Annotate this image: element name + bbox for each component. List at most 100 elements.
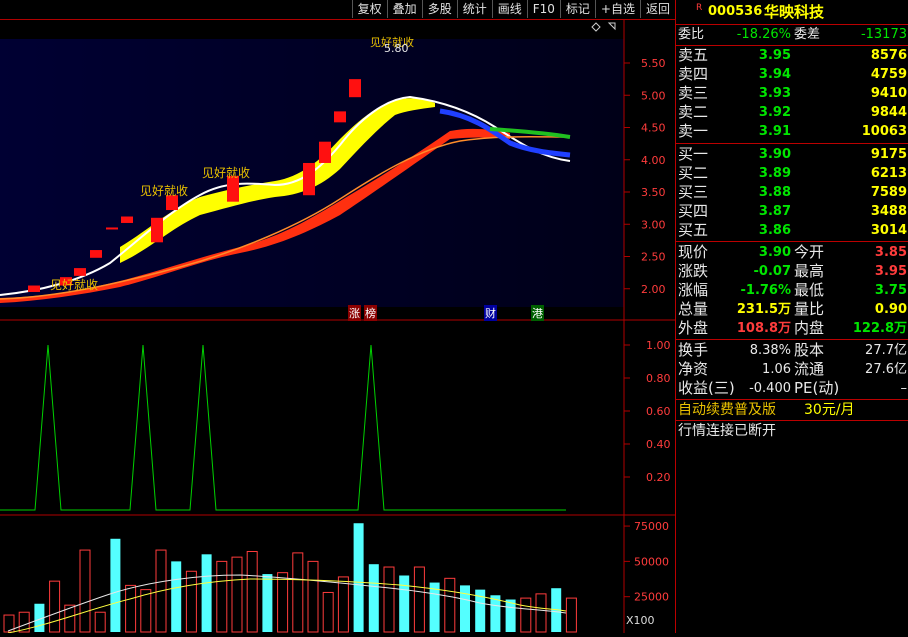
quote-value: 108.8万 <box>736 321 791 336</box>
main-y-tick: 4.00 <box>641 154 666 167</box>
volume-bar <box>505 599 516 632</box>
marker-bang[interactable]: 榜 <box>364 305 377 321</box>
annotation-label-3: 见好就收 <box>50 278 99 292</box>
buy-price: 3.87 <box>758 204 791 219</box>
quote-value-2: 3.85 <box>874 245 907 260</box>
sell-volume: 8576 <box>870 48 907 63</box>
toolbar-button-8[interactable]: 返回 <box>639 0 675 18</box>
marker-zhang[interactable]: 涨 <box>348 305 361 321</box>
sell-row-2: 卖三 3.93 9410 <box>676 84 908 103</box>
sell-volume: 4759 <box>870 67 907 82</box>
buy-price: 3.88 <box>758 185 791 200</box>
candle-10 <box>319 141 331 163</box>
buy-row-3: 买四 3.87 3488 <box>676 202 908 221</box>
volume-bar <box>413 566 425 633</box>
volume-bar <box>94 611 106 633</box>
quote-value-2: 3.95 <box>874 264 907 279</box>
fund-value: 1.06 <box>762 362 791 377</box>
stock-name: 华映科技 <box>764 3 825 21</box>
buy-label: 买五 <box>678 221 709 239</box>
signal-y-tick: 0.20 <box>646 471 671 484</box>
buy-volume: 7589 <box>870 185 907 200</box>
fund-label-2: 股本 <box>794 341 825 359</box>
volume-bar <box>262 574 273 632</box>
quote-label: 涨幅 <box>678 281 709 299</box>
toolbar-button-4[interactable]: 画线 <box>491 0 527 18</box>
r-mark: R <box>696 3 703 13</box>
annotation-label-2: 见好就收 <box>202 166 251 180</box>
buy-volume: 3488 <box>870 204 907 219</box>
volume-bars <box>3 523 577 633</box>
volume-bar <box>353 523 364 632</box>
quote-label: 总量 <box>678 300 709 318</box>
notice-price: 30元/月 <box>804 402 855 418</box>
main-y-tick: 2.00 <box>641 283 666 296</box>
chart-svg: 5.50 5.00 4.50 4.00 3.50 3.00 2.50 2.00 1.00 0.8… <box>0 19 675 634</box>
fund-label: 换手 <box>678 341 709 359</box>
candle-2 <box>74 268 86 276</box>
buy-volume: 9175 <box>870 147 907 162</box>
candle-12 <box>349 79 361 98</box>
toolbar-button-1[interactable]: 叠加 <box>386 0 422 18</box>
diamond-icon[interactable] <box>591 22 601 32</box>
volume-bar <box>231 556 243 633</box>
toolbar-button-3[interactable]: 统计 <box>456 0 492 18</box>
volume-bar <box>292 552 304 633</box>
fund-label: 收益(三) <box>678 379 735 397</box>
toolbar-button-5[interactable]: F10 <box>526 0 560 18</box>
weicha-value: -13173 <box>860 27 907 42</box>
candle-11 <box>334 111 346 123</box>
candle-3 <box>90 250 102 258</box>
volume-bar <box>171 561 182 632</box>
fund-row-1: 净资 1.06 流通 27.6亿 <box>676 360 908 379</box>
marker-cai[interactable]: 财 <box>484 305 497 321</box>
weibi-value: -18.26% <box>736 27 791 42</box>
annotation-label-1: 见好就收 <box>140 184 189 198</box>
toolbar-button-6[interactable]: 标记 <box>559 0 595 18</box>
sell-price: 3.95 <box>758 48 791 63</box>
quote-row-0: 现价 3.90 今开 3.85 <box>676 243 908 262</box>
fund-label-2: PE(动) <box>794 379 840 397</box>
main-y-tick: 5.00 <box>641 89 666 102</box>
fund-label-2: 流通 <box>794 360 825 378</box>
toolbar-button-0[interactable]: 复权 <box>351 0 387 18</box>
kline-chart-area[interactable]: 5.50 5.00 4.50 4.00 3.50 3.00 2.50 2.00 1.00 0.8… <box>0 19 675 634</box>
volume-bar <box>49 580 61 633</box>
volume-bar <box>110 538 121 632</box>
toolbar-button-7[interactable]: +自选 <box>594 0 640 18</box>
buy-label: 买四 <box>678 202 709 220</box>
sell-row-0: 卖五 3.95 8576 <box>676 46 908 65</box>
fund-label: 净资 <box>678 360 709 378</box>
signal-y-tick: 0.40 <box>646 438 671 451</box>
weibi-row: 委比 -18.26% 委差 -13173 <box>676 25 908 44</box>
stock-header: R 000536 华映科技 <box>676 1 908 23</box>
buy-label: 买一 <box>678 145 709 163</box>
volume-bar <box>322 591 334 633</box>
volume-bar <box>565 597 577 633</box>
quote-value-2: 0.90 <box>874 302 907 317</box>
sell-label: 卖二 <box>678 103 709 121</box>
buy-row-0: 买一 3.90 9175 <box>676 145 908 164</box>
signal-line <box>0 344 566 511</box>
stock-code: 000536 <box>708 4 763 19</box>
sell-price: 3.93 <box>758 86 791 101</box>
corner-arrow-icon[interactable] <box>607 22 616 31</box>
fund-value: 8.38% <box>749 343 791 358</box>
volume-bar <box>383 566 395 633</box>
toolbar-button-2[interactable]: 多股 <box>421 0 457 18</box>
sell-label: 卖一 <box>678 122 709 140</box>
buy-price: 3.89 <box>758 166 791 181</box>
quote-row-1: 涨跌 -0.07 最高 3.95 <box>676 262 908 281</box>
quote-row-4: 外盘 108.8万 内盘 122.8万 <box>676 319 908 338</box>
buy-volume: 6213 <box>870 166 907 181</box>
quote-row-3: 总量 231.5万 量比 0.90 <box>676 300 908 319</box>
quote-label-2: 内盘 <box>794 319 825 337</box>
main-y-tick: 3.00 <box>641 218 666 231</box>
volume-y-tick: 75000 <box>634 520 669 533</box>
marker-gang[interactable]: 港 <box>531 305 544 321</box>
notice-row-1: 自动续费普及版 30元/月 <box>676 401 908 420</box>
candle-0 <box>28 285 40 292</box>
volume-bar <box>125 584 137 633</box>
volume-bar <box>185 570 197 633</box>
volume-bar <box>399 575 410 632</box>
